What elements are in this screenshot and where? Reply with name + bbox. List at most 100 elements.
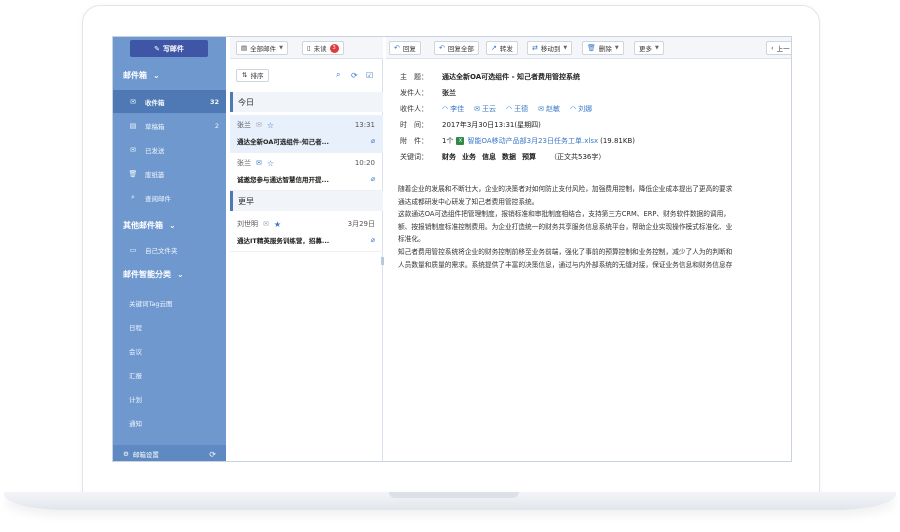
star-filled-icon[interactable]: ★ xyxy=(274,220,281,229)
list-item[interactable]: 张兰 ✉ ☆ 10:20 诚邀您参与通达智慧信用开提... ⌀ xyxy=(230,153,383,191)
recipient-name: 赵敏 xyxy=(545,105,560,113)
prev-message-button[interactable]: ‹ 上一 xyxy=(766,41,791,55)
mailbox-section-header[interactable]: 邮件箱 ⌄ xyxy=(123,70,160,81)
caret-down-icon: ▼ xyxy=(614,45,619,51)
chevron-left-icon: ‹ xyxy=(771,44,774,52)
subject-label: 主 题： xyxy=(400,73,428,81)
smart-category-section-header[interactable]: 邮件智能分类 ⌄ xyxy=(123,269,184,280)
contact-icon: ◠ xyxy=(569,105,577,113)
gear-icon[interactable]: ⚙ xyxy=(123,450,129,458)
compose-button[interactable]: ✎ 写邮件 xyxy=(130,40,208,57)
more-button[interactable]: 更多 ▼ xyxy=(634,41,664,55)
smart-item-tag-cloud[interactable]: 关键词Tag云图 xyxy=(129,298,173,308)
more-label: 更多 xyxy=(639,45,652,53)
message-sender[interactable]: 张兰 xyxy=(442,88,456,98)
message-subject: 通达全新OA可选组件 - 知己者费用管控系统 xyxy=(442,73,580,81)
attachment-icon: ⌀ xyxy=(370,236,375,244)
sidebar-item-custom-folder[interactable]: ▭ 自己文件夹 xyxy=(113,238,226,261)
list-item[interactable]: 张兰 ✉ ☆ 13:31 通达全新OA可选组件-知己者... ⌀ xyxy=(230,115,383,153)
trash-icon: 🗑 xyxy=(587,44,596,52)
attachment-icon: ⌀ xyxy=(370,175,375,183)
keyword-tag[interactable]: 预算 xyxy=(522,152,536,162)
reply-all-icon: ↶ xyxy=(439,44,445,52)
pane-resize-handle[interactable] xyxy=(381,257,384,265)
from-row: 发件人： 张兰 xyxy=(400,88,456,98)
recipient[interactable]: ◠ 刘娜 xyxy=(570,104,592,114)
sidebar-item-label: 废纸篓 xyxy=(145,170,165,179)
sidebar-item-review[interactable]: ⌕ 查阅邮件 xyxy=(113,186,226,209)
list-item[interactable]: 刘世明 ✉ ★ 3月29日 通达IT精英服务训练营，招募... ⌀ xyxy=(230,214,383,252)
review-icon: ⌕ xyxy=(131,193,135,201)
unread-badge: 3 xyxy=(329,43,339,53)
recipient[interactable]: ◠ 王德 xyxy=(506,104,528,114)
mail-subject: 通达全新OA可选组件-知己者... xyxy=(237,138,329,146)
smart-item-meeting[interactable]: 会议 xyxy=(129,346,142,356)
message-time: 2017年3月30日13:31(星期四) xyxy=(442,121,541,129)
mail-time: 3月29日 xyxy=(347,220,375,228)
delete-button[interactable]: 🗑 删除 ▼ xyxy=(582,41,624,55)
mail-sender: 张兰 xyxy=(237,121,251,129)
mail-settings-link[interactable]: 邮箱设置 xyxy=(133,449,159,459)
sidebar-item-drafts[interactable]: ▤ 草稿箱 2 xyxy=(113,114,226,137)
smart-item-notice[interactable]: 通知 xyxy=(129,418,142,428)
sidebar-item-label: 草稿箱 xyxy=(145,122,165,131)
other-mailbox-section-header[interactable]: 其他邮件箱 ⌄ xyxy=(123,220,176,231)
compose-label: 写邮件 xyxy=(162,44,184,53)
recipient[interactable]: ◠ 李佳 xyxy=(442,104,464,114)
move-to-label: 移动到 xyxy=(540,45,561,53)
sort-button[interactable]: ⇅ 排序 xyxy=(236,68,270,82)
sidebar-footer: ⚙ 邮箱设置 ⟳ xyxy=(113,445,226,461)
sidebar-item-sent[interactable]: ✉ 已发送 xyxy=(113,138,226,161)
reply-button[interactable]: ↶ 回复 xyxy=(389,41,421,55)
star-outline-icon[interactable]: ☆ xyxy=(267,121,274,130)
body-line: 人员数量和质量的需求。系统提供了丰富的决策信息，通过与内外部系统的无缝对接，保证… xyxy=(398,260,733,269)
reading-pane: ↶ 回复 ↶ 回复全部 ↗ 转发 ⇄ 移动到 ▼ 🗑 删除 ▼ 更多 ▼ ‹ 上… xyxy=(386,37,791,461)
forward-button[interactable]: ↗ 转发 xyxy=(486,41,518,55)
from-label: 发件人： xyxy=(400,89,428,97)
sort-label: 排序 xyxy=(250,72,264,80)
sidebar-item-inbox[interactable]: ✉ 收件箱 32 xyxy=(113,90,226,113)
mail-subject: 通达IT精英服务训练营，招募... xyxy=(237,237,330,245)
sent-icon: ✉ xyxy=(130,145,136,154)
sidebar-item-label: 查阅邮件 xyxy=(145,194,171,203)
keyword-tag[interactable]: 业务 xyxy=(462,152,476,162)
refresh-icon[interactable]: ⟳ xyxy=(209,450,216,459)
envelope-icon: ✉ xyxy=(538,105,544,113)
sidebar-item-label: 收件箱 xyxy=(145,98,165,107)
draft-count: 2 xyxy=(214,121,219,130)
star-outline-icon[interactable]: ☆ xyxy=(267,159,274,168)
body-line: 额、按报销制度标准控制费用。为企业打造统一的财务共享服务信息系统平台，帮助企业实… xyxy=(398,222,733,231)
recipient[interactable]: ✉ 王云 xyxy=(474,104,496,114)
forward-icon: ↗ xyxy=(491,44,497,52)
mail-time: 10:20 xyxy=(354,159,375,167)
refresh-icon[interactable]: ⟳ xyxy=(351,71,358,80)
mailbox-title: 邮件箱 xyxy=(123,71,147,80)
mail-sender: 刘世明 xyxy=(237,220,258,228)
smart-item-schedule[interactable]: 日程 xyxy=(129,322,142,332)
open-envelope-icon: ✉ xyxy=(263,220,269,228)
group-earlier: 更早 xyxy=(230,191,383,211)
smart-item-plan[interactable]: 计划 xyxy=(129,394,142,404)
keyword-tag[interactable]: 信息 xyxy=(482,152,496,162)
search-icon[interactable]: ⌕ xyxy=(336,70,340,80)
mail-subject: 诚邀您参与通达智慧信用开提... xyxy=(237,176,329,184)
recipient[interactable]: ✉ 赵敏 xyxy=(538,104,560,114)
all-mail-filter[interactable]: ▤ 全部邮件 ▼ xyxy=(236,41,289,55)
smart-category-title: 邮件智能分类 xyxy=(123,270,171,279)
sidebar: ✎ 写邮件 邮件箱 ⌄ ✉ 收件箱 32 ▤ 草稿箱 2 ✉ 已发送 🗑 废纸篓… xyxy=(113,37,226,461)
reply-all-label: 回复全部 xyxy=(447,45,474,53)
move-to-button[interactable]: ⇄ 移动到 ▼ xyxy=(527,41,573,55)
reply-all-button[interactable]: ↶ 回复全部 xyxy=(434,41,479,55)
sidebar-item-trash[interactable]: 🗑 废纸篓 xyxy=(113,162,226,185)
reply-label: 回复 xyxy=(402,45,416,53)
smart-item-report[interactable]: 汇报 xyxy=(129,370,142,380)
attachment-link[interactable]: 智能OA移动产品部3月23日任务工单.xlsx xyxy=(467,136,598,146)
subject-row: 主 题： 通达全新OA可选组件 - 知己者费用管控系统 xyxy=(400,72,580,82)
select-all-icon[interactable]: ☑ xyxy=(366,71,373,80)
keyword-tag[interactable]: 财务 xyxy=(442,152,456,162)
to-label: 收件人： xyxy=(400,105,428,113)
keyword-tag[interactable]: 数据 xyxy=(502,152,516,162)
draft-icon: ▤ xyxy=(129,121,137,130)
excel-file-icon: X xyxy=(456,137,465,145)
unread-filter[interactable]: ▯ 未读 3 xyxy=(302,41,344,55)
